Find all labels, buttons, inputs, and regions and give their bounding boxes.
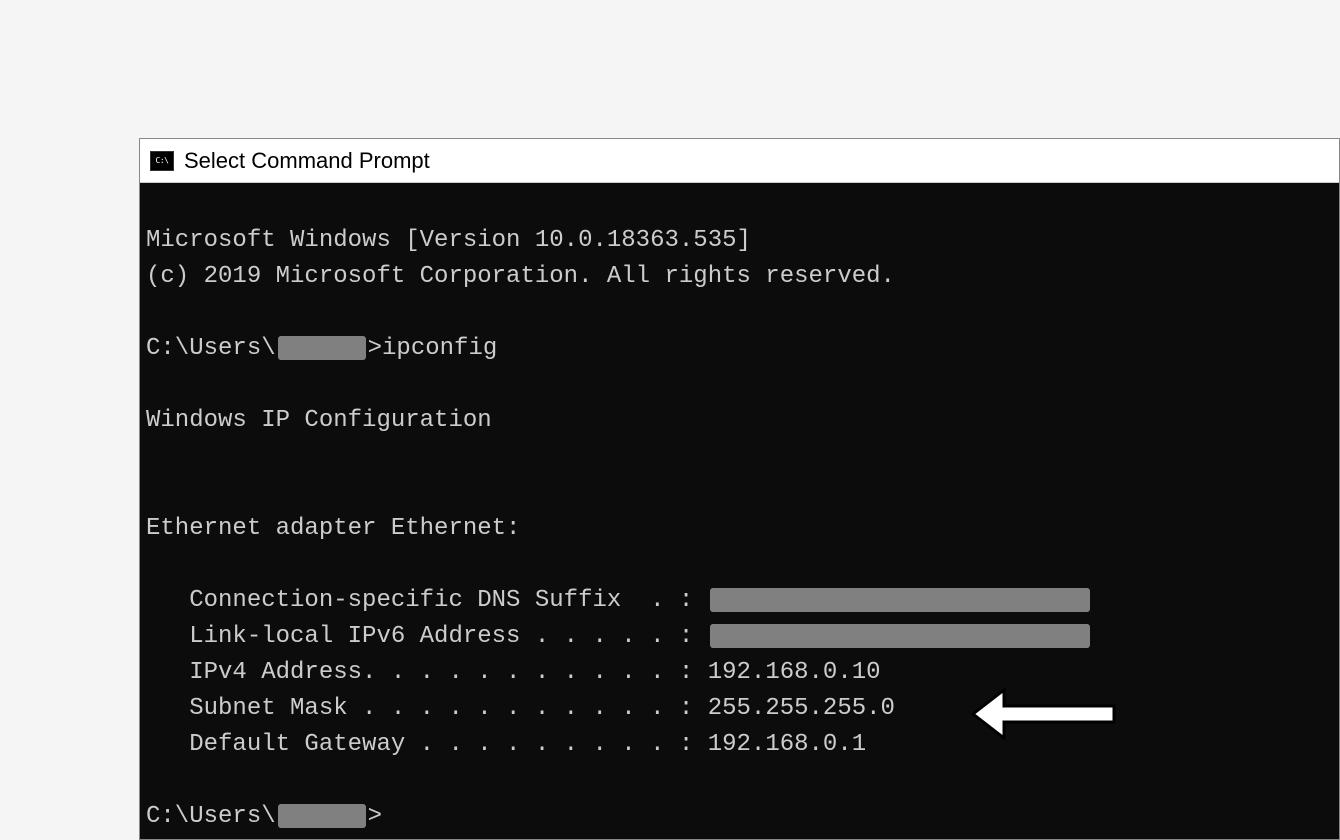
subnet-value: 255.255.255.0 — [708, 695, 895, 722]
prompt-path: C:\Users\ — [146, 335, 276, 362]
subnet-label: Subnet Mask . . . . . . . . . . . : — [146, 695, 708, 722]
window-title: Select Command Prompt — [184, 148, 430, 174]
command-prompt-window: Select Command Prompt Microsoft Windows … — [139, 138, 1340, 840]
terminal-output[interactable]: Microsoft Windows [Version 10.0.18363.53… — [140, 183, 1339, 839]
copyright-line: (c) 2019 Microsoft Corporation. All righ… — [146, 263, 895, 290]
redacted-username — [278, 336, 366, 360]
prompt-cursor: > — [368, 803, 382, 830]
redacted-dns-suffix — [710, 588, 1090, 612]
command-text: >ipconfig — [368, 335, 498, 362]
cmd-icon — [150, 151, 174, 171]
version-line: Microsoft Windows [Version 10.0.18363.53… — [146, 227, 751, 254]
redacted-ipv6 — [710, 624, 1090, 648]
gateway-value: 192.168.0.1 — [708, 731, 866, 758]
ipv6-label: Link-local IPv6 Address . . . . . : — [146, 623, 708, 650]
adapter-header: Ethernet adapter Ethernet: — [146, 515, 520, 542]
dns-suffix-label: Connection-specific DNS Suffix . : — [146, 587, 708, 614]
ipv4-value: 192.168.0.10 — [708, 659, 881, 686]
prompt-path-2: C:\Users\ — [146, 803, 276, 830]
ipv4-label: IPv4 Address. . . . . . . . . . . : — [146, 659, 708, 686]
window-titlebar[interactable]: Select Command Prompt — [140, 139, 1339, 183]
redacted-username-2 — [278, 804, 366, 828]
gateway-label: Default Gateway . . . . . . . . . : — [146, 731, 708, 758]
ipconfig-header: Windows IP Configuration — [146, 407, 492, 434]
